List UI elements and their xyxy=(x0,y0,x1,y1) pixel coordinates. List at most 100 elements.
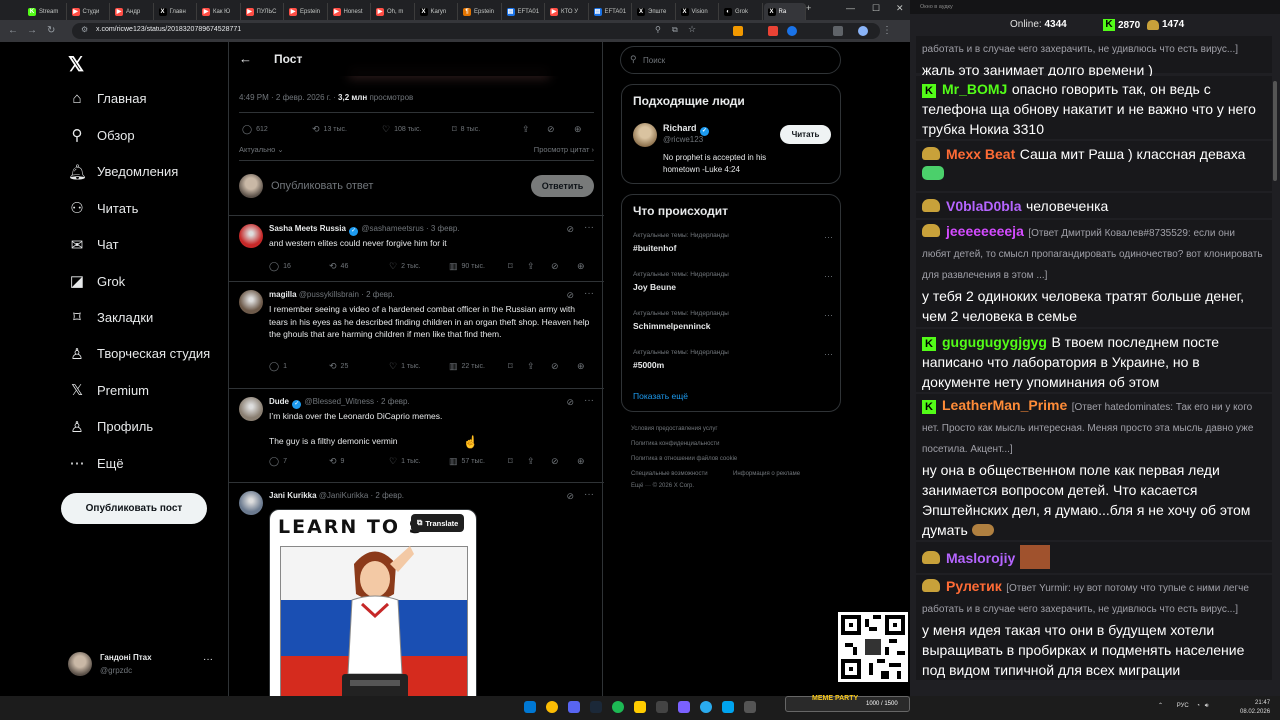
follow-button[interactable]: Читать xyxy=(780,125,831,144)
browser-tab[interactable]: ▶ Oh, m xyxy=(372,3,415,20)
wifi-icon[interactable]: ◔ xyxy=(1196,703,1200,709)
browser-tab[interactable]: ▶ Honest xyxy=(329,3,371,20)
chat-username[interactable]: V0blaD0bla xyxy=(946,198,1021,214)
app-icon[interactable] xyxy=(656,701,668,713)
chevron-up-icon[interactable]: ⌃ xyxy=(1158,703,1163,709)
trend-item[interactable]: Актуальные темы: Нидерланды #5000m ··· xyxy=(633,349,833,370)
repost-action[interactable]: ⟲ 46 xyxy=(329,261,348,272)
avatar[interactable] xyxy=(239,224,263,248)
grok-action[interactable]: ⊘ xyxy=(551,456,563,467)
maximize-icon[interactable]: ☐ xyxy=(872,3,880,14)
browser-tab[interactable]: X Vision xyxy=(677,3,719,20)
sidebar-item-bell[interactable]: 🔔︎ Уведомления xyxy=(68,163,178,181)
back-nav-icon[interactable]: ← xyxy=(8,25,18,36)
chat-message[interactable]: Mexx Beat Саша мит Раша ) классная девах… xyxy=(916,141,1272,191)
grok-icon[interactable]: ⊘ xyxy=(566,290,574,301)
chat-username[interactable]: jeeeeeeeeja xyxy=(946,223,1024,239)
chat-message[interactable]: jeeeeeeeeja [Ответ Дмитрий Ковалев#87355… xyxy=(916,220,1272,327)
repost-action[interactable]: ⟲ 13 тыс. xyxy=(312,124,347,135)
sidebar-item-studio[interactable]: ♙ Творческая студия xyxy=(68,345,210,363)
x-logo-icon[interactable]: 𝕏 xyxy=(68,52,84,77)
more-icon[interactable]: ··· xyxy=(824,310,833,320)
tweet-author[interactable]: magilla xyxy=(269,290,297,299)
avatar[interactable] xyxy=(239,491,263,515)
more-icon[interactable]: ··· xyxy=(203,654,213,665)
minimize-icon[interactable]: — xyxy=(846,3,855,13)
reply-action[interactable]: ◯ 1 xyxy=(269,361,287,372)
share-action[interactable]: ⇪ xyxy=(527,261,539,272)
discord-icon[interactable] xyxy=(568,701,580,713)
app-icon[interactable] xyxy=(744,701,756,713)
browser-tab[interactable]: X Эпште xyxy=(633,3,676,20)
volume-icon[interactable]: 🔊︎ xyxy=(1205,703,1209,709)
chat-username[interactable]: Mr_BOMJ xyxy=(942,81,1007,97)
sidebar-item-mail[interactable]: ✉ Чат xyxy=(68,236,119,254)
browser-tab[interactable]: ▤ EFTA01 xyxy=(590,3,632,20)
tweet-handle-date[interactable]: @sashameetsrus · 3 февр. xyxy=(361,224,459,233)
chat-username[interactable]: Рулетик xyxy=(946,578,1002,594)
extension-icon[interactable] xyxy=(733,26,743,36)
bookmark-action[interactable]: ⌑ xyxy=(508,361,517,372)
folder-icon[interactable] xyxy=(634,701,646,713)
reply-button[interactable]: Ответить xyxy=(531,175,594,197)
tweet-image[interactable]: LEARN TO S ⧉ Translate xyxy=(269,509,477,696)
tweet-author[interactable]: Sasha Meets Russia xyxy=(269,224,346,233)
bookmark-action[interactable]: ⌑ xyxy=(508,456,517,467)
translate-action[interactable]: ⊕ xyxy=(577,456,589,467)
grok-icon[interactable]: ⊘ xyxy=(566,397,574,408)
reply-action[interactable]: ◯ 612 xyxy=(242,124,268,135)
sidebar-item-x-premium[interactable]: 𝕏 Premium xyxy=(68,381,149,399)
browser-tab[interactable]: ▶ Как Ю xyxy=(198,3,241,20)
views-action[interactable]: ▥ 22 тыс. xyxy=(449,361,485,372)
profile-avatar-icon[interactable] xyxy=(858,26,868,36)
download-icon[interactable] xyxy=(833,26,843,36)
grok-action[interactable]: ⊘ xyxy=(547,124,559,135)
reload-icon[interactable]: ↻ xyxy=(47,25,55,36)
spotify-icon[interactable] xyxy=(612,701,624,713)
repost-action[interactable]: ⟲ 25 xyxy=(329,361,348,372)
like-action[interactable]: ♡ 1 тыс. xyxy=(389,456,421,467)
account-switcher[interactable]: Гандоні Птах @grpzdc xyxy=(68,652,152,676)
reply-action[interactable]: ◯ 16 xyxy=(269,261,291,272)
view-quotes-link[interactable]: Просмотр цитат › xyxy=(534,145,594,154)
translate-button[interactable]: ⧉ Translate xyxy=(411,514,465,532)
share-action[interactable]: ⇪ xyxy=(522,124,534,135)
tweet-author[interactable]: Jani Kurikka xyxy=(269,491,317,500)
extension-blue-icon[interactable] xyxy=(787,26,797,36)
chat-message[interactable]: K Mr_BOMJ опасно говорить так, он ведь с … xyxy=(916,76,1272,139)
tweet-handle-date[interactable]: @JaniKurikka · 2 февр. xyxy=(319,491,404,500)
translate-action[interactable]: ⊕ xyxy=(577,261,589,272)
footer-ads-link[interactable]: Информация о рекламе xyxy=(733,471,800,477)
chat-message[interactable]: работать и в случае чего захерачить, не … xyxy=(916,36,1272,78)
grok-icon[interactable]: ⊘ xyxy=(566,491,574,502)
like-action[interactable]: ♡ 1 тыс. xyxy=(389,361,421,372)
more-icon[interactable]: ··· xyxy=(824,271,833,281)
chat-scrollbar[interactable] xyxy=(1273,36,1278,690)
trend-item[interactable]: Актуальные темы: Нидерланды #buitenhof ··· xyxy=(633,232,833,253)
views-action[interactable]: ▥ 90 тыс. xyxy=(449,261,485,272)
sidebar-item-follow[interactable]: ⚇ Читать xyxy=(68,199,138,217)
reply-action[interactable]: ◯ 7 xyxy=(269,456,287,467)
chat-message[interactable]: Maslorojiy xyxy=(916,542,1272,573)
more-icon[interactable]: ··· xyxy=(584,489,594,500)
tweet-handle-date[interactable]: @pussykillsbrain · 2 февр. xyxy=(299,290,395,299)
trend-item[interactable]: Актуальные темы: Нидерланды Schimmelpenni… xyxy=(633,310,833,331)
search-input[interactable]: ⚲ Поиск xyxy=(620,46,841,74)
steam-icon[interactable] xyxy=(590,701,602,713)
post-time[interactable]: 4:49 PM · 2 февр. 2026 г. · xyxy=(239,93,338,102)
extension-red-icon[interactable] xyxy=(768,26,778,36)
reply-input[interactable]: Опубликовать ответ xyxy=(271,180,373,192)
like-action[interactable]: ♡ 108 тыс. xyxy=(382,124,421,135)
chat-username[interactable]: LeatherMan_Prime xyxy=(942,397,1067,413)
trend-item[interactable]: Актуальные темы: Нидерланды Joy Beune ··· xyxy=(633,271,833,292)
translate-action[interactable]: ⊕ xyxy=(577,361,589,372)
sidebar-item-more[interactable]: ⋯ Ещё xyxy=(68,454,124,472)
reply-tweet[interactable]: Sasha Meets Russia ✓ @sashameetsrus · 3 … xyxy=(229,215,604,281)
new-tab-icon[interactable]: + xyxy=(806,3,811,13)
translate-action[interactable]: ⊕ xyxy=(574,124,586,135)
browser-tab[interactable]: ▶ Андр xyxy=(111,3,154,20)
browser-tab[interactable]: K Stream xyxy=(24,3,67,20)
back-arrow-icon[interactable]: ← xyxy=(239,51,252,66)
app-icon[interactable] xyxy=(722,701,734,713)
browser-menu-icon[interactable]: ⋮ xyxy=(882,25,892,36)
